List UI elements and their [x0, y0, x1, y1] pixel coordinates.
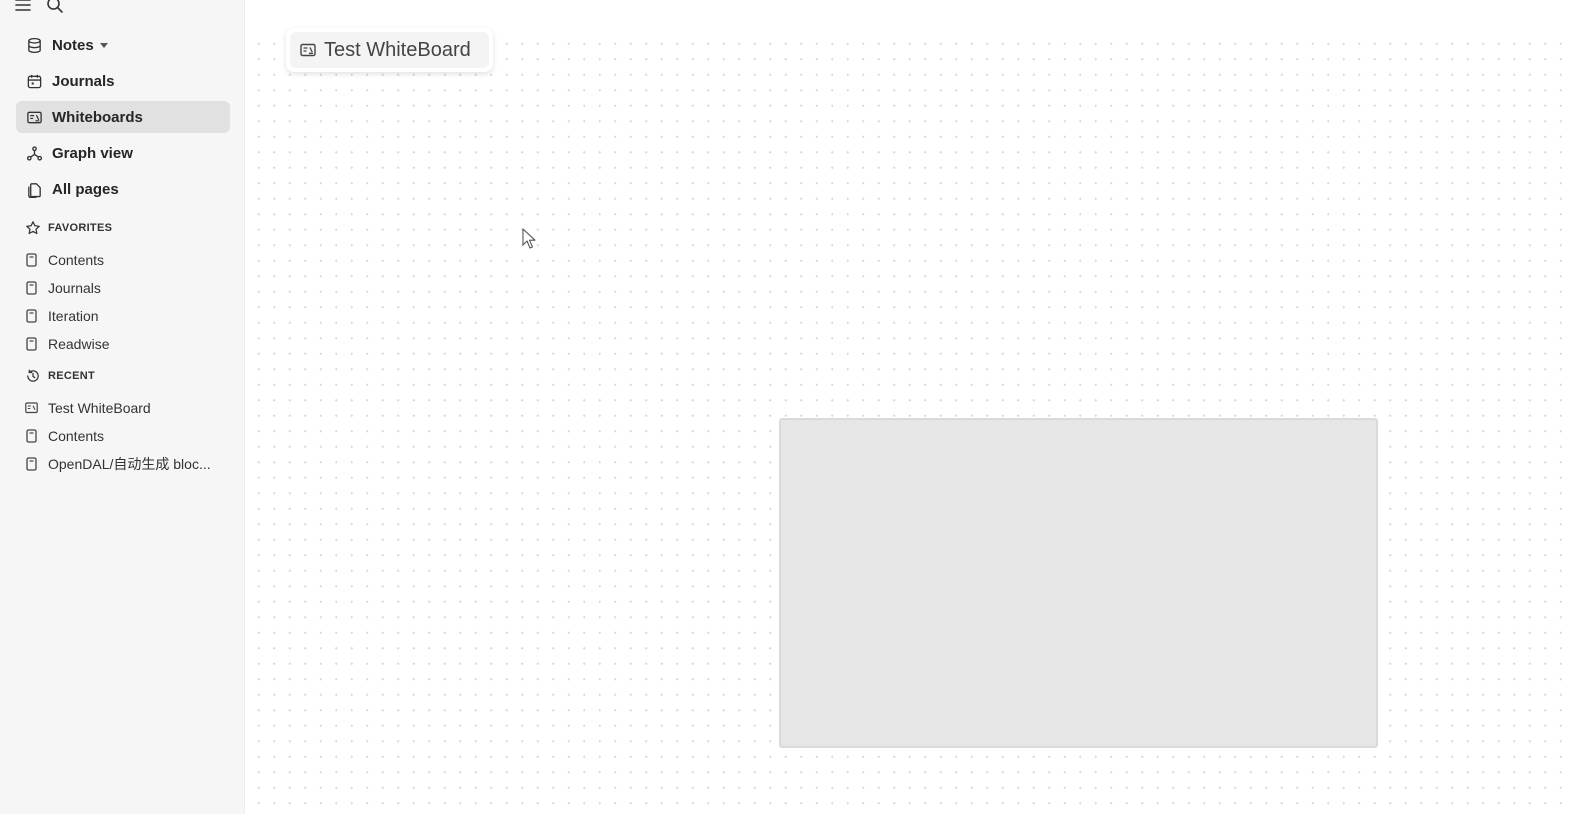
sidebar-item-whiteboards[interactable]: Whiteboards [16, 101, 230, 133]
page-icon [24, 336, 38, 352]
sidebar-item-notes[interactable]: Notes [16, 29, 230, 61]
page-icon [24, 456, 38, 472]
favorite-item[interactable]: Contents [24, 246, 224, 274]
history-icon [24, 367, 42, 385]
sidebar-item-label: Notes [52, 36, 94, 54]
whiteboard-title-card: Test WhiteBoard [286, 28, 493, 72]
favorites-heading[interactable]: FAVORITES [24, 219, 112, 237]
section-title: FAVORITES [48, 222, 113, 234]
favorite-label: Journals [48, 280, 101, 296]
pages-icon [24, 179, 44, 199]
page-icon [24, 308, 38, 324]
whiteboard-icon [24, 107, 44, 127]
favorite-item[interactable]: Journals [24, 274, 224, 302]
rectangle-shape[interactable] [779, 418, 1378, 748]
favorite-item[interactable]: Iteration [24, 302, 224, 330]
recent-item[interactable]: Contents [24, 422, 224, 450]
whiteboard-icon [24, 400, 38, 416]
graph-icon [24, 143, 44, 163]
page-icon [24, 428, 38, 444]
sidebar-topbar [14, 0, 64, 15]
recent-item[interactable]: Test WhiteBoard [24, 394, 224, 422]
sidebar-item-journals[interactable]: Journals [16, 65, 230, 97]
whiteboard-canvas[interactable]: Test WhiteBoard [245, 0, 1572, 814]
mouse-cursor-icon [522, 228, 536, 249]
sidebar-item-graph-view[interactable]: Graph view [16, 137, 230, 169]
app: Notes Journals Whiteboards Graph view Al… [0, 0, 1572, 814]
favorite-label: Readwise [48, 336, 110, 352]
section-title: RECENT [48, 370, 96, 382]
calendar-icon [24, 71, 44, 91]
sidebar-item-label: Journals [52, 72, 115, 90]
canvas-header-area [245, 0, 1572, 30]
whiteboard-title[interactable]: Test WhiteBoard [290, 32, 489, 68]
recent-label: Contents [48, 428, 105, 444]
sidebar-item-label: Graph view [52, 144, 133, 162]
star-icon [24, 219, 42, 237]
favorite-label: Iteration [48, 308, 99, 324]
whiteboard-icon [300, 41, 318, 59]
favorites-list: Contents Journals Iteration Readwise [24, 246, 224, 358]
sidebar-item-all-pages[interactable]: All pages [16, 173, 230, 205]
sidebar-item-label: All pages [52, 180, 119, 198]
left-sidebar: Notes Journals Whiteboards Graph view Al… [0, 0, 245, 814]
menu-icon[interactable] [14, 0, 32, 14]
page-icon [24, 280, 38, 296]
sidebar-item-label: Whiteboards [52, 108, 143, 126]
recent-label: Test WhiteBoard [48, 400, 151, 416]
recent-label: OpenDAL/自动生成 bloc... [48, 456, 211, 472]
whiteboard-title-text: Test WhiteBoard [324, 38, 471, 61]
recent-heading[interactable]: RECENT [24, 367, 95, 385]
recent-list: Test WhiteBoard Contents OpenDAL/自动生成 bl… [24, 394, 224, 478]
chevron-down-icon[interactable] [99, 42, 108, 48]
recent-item[interactable]: OpenDAL/自动生成 bloc... [24, 450, 224, 478]
favorite-item[interactable]: Readwise [24, 330, 224, 358]
sidebar-nav: Notes Journals Whiteboards Graph view Al… [16, 29, 230, 209]
database-icon [24, 35, 44, 55]
search-icon[interactable] [46, 0, 64, 14]
page-icon [24, 252, 38, 268]
favorite-label: Contents [48, 252, 105, 268]
